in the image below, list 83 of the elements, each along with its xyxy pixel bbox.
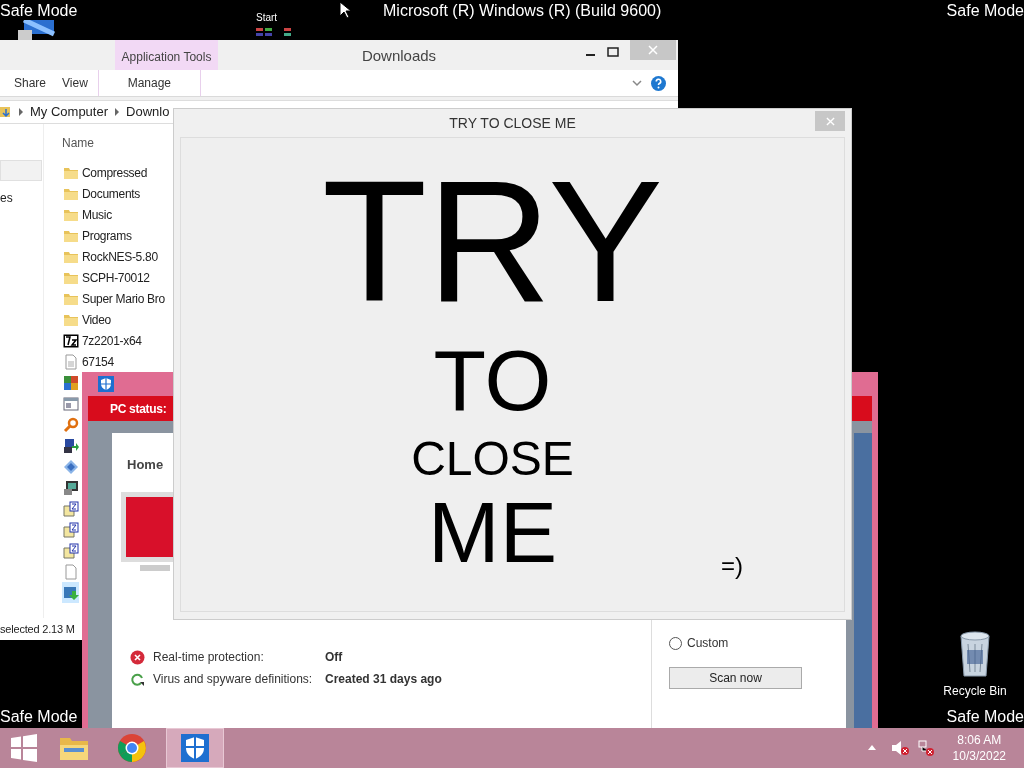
file-name: Video	[82, 311, 111, 329]
status-text: selected 2.13 M	[0, 621, 75, 637]
file-item[interactable]: Programs	[62, 225, 132, 246]
file-name: 67154	[82, 353, 114, 371]
big-text: CLOSE	[411, 434, 574, 484]
safe-mode-label: Safe Mode	[946, 707, 1024, 727]
breadcrumb-item[interactable]: My Computer	[30, 102, 109, 122]
tiles-icon	[63, 374, 79, 391]
chevron-icon[interactable]	[631, 77, 643, 89]
breadcrumb-arrow-icon	[114, 108, 121, 116]
safe-mode-label: Safe Mode	[946, 1, 1024, 21]
file-name: Compressed	[82, 164, 148, 182]
setup-icon	[63, 437, 79, 454]
file-name: 7z2201-x64	[82, 332, 142, 350]
file-name: SCPH-70012	[82, 269, 150, 287]
ribbon-tab[interactable]: Manage	[97, 70, 201, 96]
safe-mode-label: Safe Mode	[0, 707, 78, 727]
dialog-title: TRY TO CLOSE ME	[449, 113, 576, 133]
home-tab[interactable]: Home	[112, 455, 172, 475]
help-icon[interactable]	[651, 75, 666, 91]
file-name: Programs	[82, 227, 132, 245]
recycle-bin-icon[interactable]	[957, 630, 993, 678]
document-icon	[63, 353, 79, 370]
breadcrumb-arrow-icon	[18, 108, 24, 116]
shield-icon	[180, 733, 210, 763]
file-item[interactable]: Super Mario Bro	[62, 288, 165, 309]
smiley-text: =)	[721, 551, 743, 581]
chrome-icon	[117, 733, 147, 763]
status-label: Virus and spyware definitions:	[153, 671, 314, 688]
breadcrumb-item[interactable]: Downlo	[126, 102, 170, 122]
context-tab-header: Application Tools	[115, 40, 218, 70]
archive-icon	[63, 332, 79, 349]
shield-icon	[98, 376, 114, 392]
status-value: Off	[325, 649, 343, 666]
diamond-icon	[63, 458, 79, 475]
ribbon-tab[interactable]: Share	[14, 70, 47, 96]
magnifier-icon	[63, 416, 79, 433]
installer-icon	[63, 584, 79, 601]
zip-folder-icon	[63, 521, 79, 538]
folder-download-icon	[0, 105, 12, 119]
monitor-icon	[63, 479, 79, 496]
file-item[interactable]: RockNES-5.80	[62, 246, 158, 267]
file-item[interactable]: Music	[62, 204, 112, 225]
close-icon	[648, 45, 658, 55]
muted-speaker-icon[interactable]	[890, 740, 909, 756]
tray-arrow-icon[interactable]	[866, 744, 877, 752]
start-label: Start	[256, 12, 278, 24]
file-name: Super Mario Bro	[82, 290, 165, 308]
radio-button[interactable]	[669, 636, 682, 650]
error-icon	[130, 649, 145, 665]
desktop-icon-label: Recycle Bin	[943, 683, 1007, 700]
window-title: Downloads	[360, 45, 438, 66]
window-icon	[63, 395, 79, 412]
safe-mode-label: Safe Mode	[0, 1, 78, 21]
pc-status-heading: PC status:	[110, 400, 167, 418]
file-item[interactable]: 67154	[62, 351, 114, 372]
scan-now-button[interactable]: Scan now	[669, 667, 802, 689]
file-icon	[63, 563, 79, 580]
taskbar-app[interactable]	[166, 728, 224, 768]
status-label: Real-time protection:	[153, 649, 265, 666]
file-item[interactable]: Compressed	[62, 162, 148, 183]
zip-folder-icon	[63, 500, 79, 517]
status-value: Created 31 days ago	[325, 671, 442, 688]
file-item[interactable]: Video	[62, 309, 111, 330]
network-error-icon[interactable]	[916, 739, 935, 757]
big-text: TO	[433, 340, 552, 420]
nav-item[interactable]: es	[0, 189, 43, 207]
build-label: Microsoft (R) Windows (R) (Build 9600)	[383, 1, 662, 21]
big-text: TRY	[322, 166, 663, 316]
zip-folder-icon	[63, 542, 79, 559]
big-text: ME	[428, 492, 557, 572]
windows-start-icon[interactable]	[10, 734, 38, 762]
file-name: Music	[82, 206, 112, 224]
ribbon-tab[interactable]: View	[62, 70, 88, 96]
refresh-icon	[130, 671, 145, 687]
file-name: Documents	[82, 185, 140, 203]
close-icon	[825, 116, 835, 126]
radio-label: Custom	[687, 635, 729, 652]
file-item[interactable]: Documents	[62, 183, 140, 204]
tiles-icon	[256, 28, 292, 37]
file-item[interactable]: 7z2201-x64	[62, 330, 142, 351]
file-item[interactable]: SCPH-70012	[62, 267, 150, 288]
file-name: RockNES-5.80	[82, 248, 158, 266]
